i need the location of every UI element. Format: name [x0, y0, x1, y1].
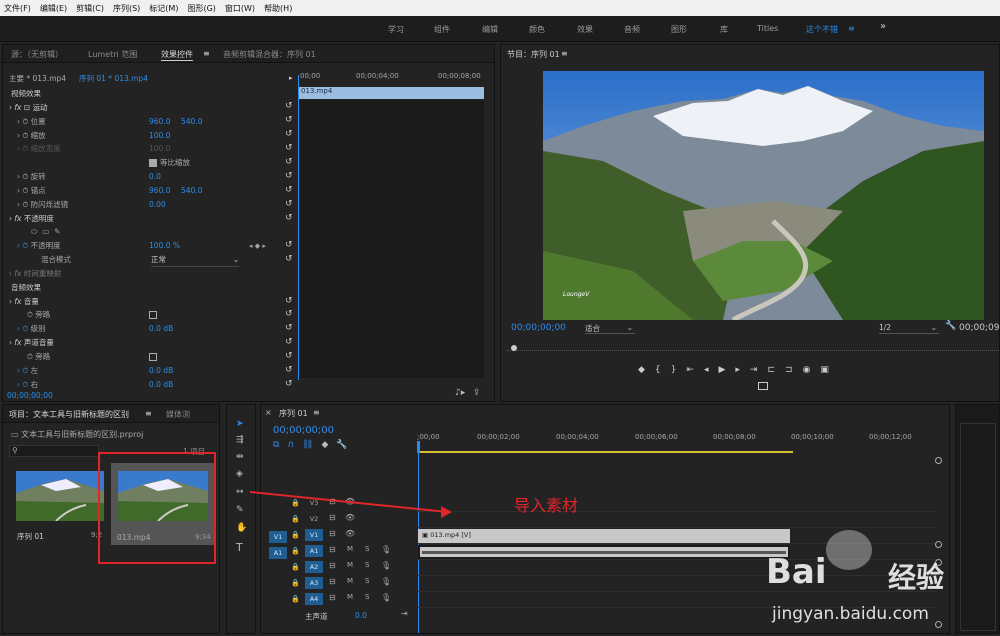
paw-logo-icon	[826, 530, 872, 570]
baidu-watermark: Bai 经验 jingyan.baidu.com	[766, 528, 1000, 636]
watermark-url: jingyan.baidu.com	[772, 604, 929, 624]
baidu-logo-text: Bai	[766, 552, 827, 592]
arrowhead	[441, 506, 452, 518]
annotation-text: 导入素材	[514, 496, 579, 515]
jingyan-text: 经验	[888, 561, 945, 594]
arrow-line	[249, 491, 449, 513]
